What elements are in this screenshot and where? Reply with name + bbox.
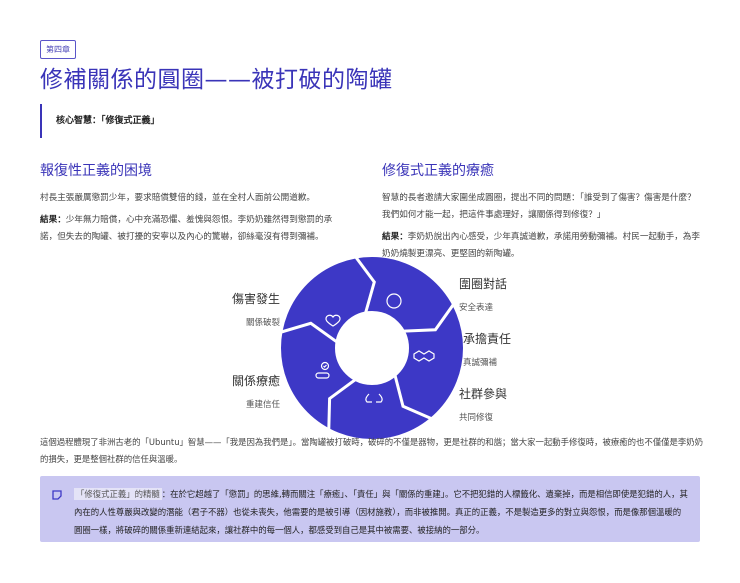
page-title: 修補關係的圓圈——被打破的陶罐 <box>40 67 393 93</box>
retributive-section: 報復性正義的困境 村長主張嚴厲懲罰少年，要求賠償雙倍的錢，並在全村人面前公開道歉… <box>40 160 340 251</box>
cycle-step-circle-dialogue: 圍圈對話 安全表達 <box>459 277 508 313</box>
note-icon <box>52 490 62 500</box>
section-heading: 修復式正義的療癒 <box>382 163 494 179</box>
ubuntu-paragraph: 這個過程體現了非洲古老的「Ubuntu」智慧——「我是因為我們是」。當陶罐被打破… <box>40 437 703 464</box>
callout-box: 「修復式正義」的精髓 ：在於它超越了「懲罰」的思維,轉而關注「療癒」、「責任」與「… <box>40 476 700 542</box>
cycle-ring <box>281 257 463 439</box>
section-text: 村長主張嚴厲懲罰少年，要求賠償雙倍的錢，並在全村人面前公開道歉。 <box>40 193 316 203</box>
result-label: 結果： <box>40 215 66 225</box>
cycle-step-harm: 傷害發生 關係破裂 <box>231 292 280 328</box>
section-result: 結果：少年無力賠償，心中充滿恐懼、羞愧與怨恨。李奶奶雖然得到懲罰的承諾，但失去的… <box>40 212 340 246</box>
restorative-cycle-diagram <box>280 256 463 439</box>
result-label: 結果： <box>382 232 408 242</box>
callout-highlight: 「修復式正義」的精髓 <box>74 488 162 500</box>
cycle-step-healing: 關係療癒 重建信任 <box>231 374 280 410</box>
cycle-step-responsibility: 承擔責任 真誠彌補 <box>463 332 512 368</box>
chapter-badge: 第四章 <box>40 40 76 59</box>
section-heading: 報復性正義的困境 <box>40 163 152 179</box>
core-wisdom-quote: 核心智慧：「修復式正義」 <box>40 104 160 138</box>
result-text: 少年無力賠償，心中充滿恐懼、羞愧與怨恨。李奶奶雖然得到懲罰的承諾，但失去的陶罐、… <box>40 215 333 242</box>
callout-text: ：在於它超越了「懲罰」的思維,轉而關注「療癒」、「責任」與「關係的重建」。它不把… <box>74 489 688 535</box>
section-text: 智慧的長者邀請大家圍坐成圓圈，提出不同的問題：「誰受到了傷害？傷害是什麼？我們如… <box>382 193 696 220</box>
cycle-step-community: 社群參與 共同修復 <box>459 387 508 423</box>
